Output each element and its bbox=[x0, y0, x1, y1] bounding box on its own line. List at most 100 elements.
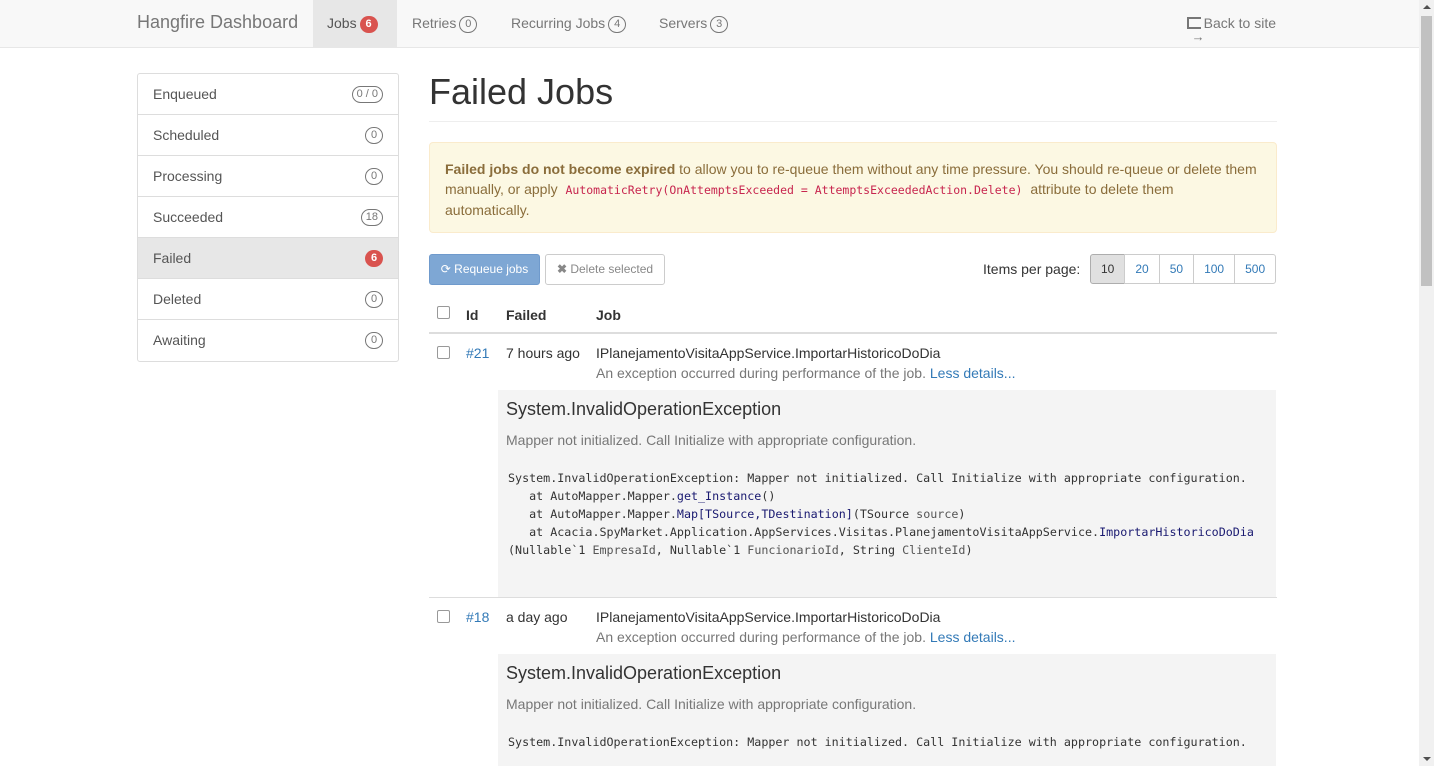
stack-method: get_Instance bbox=[676, 489, 762, 503]
table-header-divider bbox=[429, 332, 1277, 334]
stack-param: ClienteId bbox=[902, 543, 966, 557]
failed-time: 7 hours ago bbox=[506, 345, 580, 361]
stack-method: Map[TSource,TDestination] bbox=[676, 507, 853, 521]
column-header-id[interactable]: Id bbox=[466, 307, 478, 323]
sidebar-item-processing[interactable]: Processing 0 bbox=[138, 156, 398, 197]
page-size-10[interactable]: 10 bbox=[1090, 254, 1126, 284]
sidebar-item-label: Succeeded bbox=[153, 209, 224, 225]
sign-out-icon bbox=[1186, 13, 1205, 60]
delete-selected-button[interactable]: ✖ Delete selected bbox=[545, 254, 665, 285]
nav-item-label: Recurring Jobs bbox=[511, 15, 606, 31]
select-all-checkbox[interactable] bbox=[437, 306, 450, 319]
scroll-up-arrow-icon[interactable] bbox=[1423, 5, 1431, 9]
requeue-label: Requeue jobs bbox=[454, 262, 529, 276]
sidebar-count-badge: 0 bbox=[365, 291, 383, 308]
retries-count-badge: 0 bbox=[459, 16, 478, 33]
row-checkbox[interactable] bbox=[437, 346, 450, 359]
sidebar-item-deleted[interactable]: Deleted 0 bbox=[138, 279, 398, 320]
sidebar-item-label: Processing bbox=[153, 168, 223, 184]
sidebar-count-badge: 0 / 0 bbox=[351, 86, 383, 103]
scrollbar-thumb[interactable] bbox=[1421, 16, 1432, 286]
page-size-500[interactable]: 500 bbox=[1234, 254, 1277, 284]
row-checkbox[interactable] bbox=[437, 610, 450, 623]
exception-stack-trace: System.InvalidOperationException: Mapper… bbox=[506, 469, 1268, 559]
job-state-sidebar: Enqueued 0 / 0 Scheduled 0 Processing 0 Suc… bbox=[137, 73, 399, 362]
nav-item-label: Retries bbox=[412, 15, 457, 31]
exception-type: System.InvalidOperationException bbox=[506, 663, 782, 683]
stack-frame: (TSource bbox=[852, 507, 917, 521]
page-size-100[interactable]: 100 bbox=[1193, 254, 1236, 284]
job-error-text: An exception occurred during performance… bbox=[596, 629, 926, 645]
back-to-site-label: Back to site bbox=[1203, 15, 1276, 31]
exception-type: System.InvalidOperationException bbox=[506, 399, 782, 419]
less-details-link[interactable]: Less details... bbox=[930, 365, 1016, 381]
job-error-message: An exception occurred during performance… bbox=[596, 365, 1015, 381]
failed-time: a day ago bbox=[506, 609, 568, 625]
sidebar-count-badge: 0 bbox=[365, 168, 383, 185]
sidebar-item-label: Failed bbox=[153, 250, 192, 266]
sidebar-item-failed[interactable]: Failed 6 bbox=[138, 238, 398, 279]
job-error-message: An exception occurred during performance… bbox=[596, 629, 1015, 645]
brand-link[interactable]: Hangfire Dashboard bbox=[137, 12, 298, 33]
stack-param: EmpresaId bbox=[592, 543, 656, 557]
sidebar-item-label: Scheduled bbox=[153, 127, 220, 143]
page-title: Failed Jobs bbox=[429, 71, 614, 112]
items-per-page-label: Items per page: bbox=[983, 261, 1081, 277]
exception-message: Mapper not initialized. Call Initialize … bbox=[506, 696, 917, 712]
stack-param: FuncionarioId bbox=[747, 543, 839, 557]
sidebar-count-badge: 6 bbox=[365, 250, 383, 267]
page-size-20[interactable]: 20 bbox=[1124, 254, 1160, 284]
sidebar-count-badge: 0 bbox=[365, 127, 383, 144]
title-divider bbox=[429, 121, 1277, 122]
requeue-jobs-button[interactable]: ⟳ Requeue jobs bbox=[429, 254, 540, 285]
exception-stack-trace: System.InvalidOperationException: Mapper… bbox=[506, 733, 1268, 751]
page-size-50[interactable]: 50 bbox=[1158, 254, 1195, 284]
alert-strong-text: Failed jobs do not become expired bbox=[445, 161, 676, 177]
job-id-link[interactable]: #21 bbox=[466, 345, 489, 361]
recurring-count-badge: 4 bbox=[608, 16, 627, 33]
stack-method: ImportarHistoricoDoDia bbox=[1099, 525, 1254, 539]
servers-count-badge: 3 bbox=[710, 16, 729, 33]
sidebar-item-scheduled[interactable]: Scheduled 0 bbox=[138, 115, 398, 156]
job-id-link[interactable]: #18 bbox=[466, 609, 489, 625]
refresh-icon: ⟳ bbox=[440, 262, 451, 276]
stack-frame: ) bbox=[965, 543, 973, 557]
nav-item-servers[interactable]: Servers 3 bbox=[645, 0, 742, 47]
row-divider bbox=[429, 597, 1277, 598]
nav-item-retries[interactable]: Retries 0 bbox=[398, 0, 491, 47]
sidebar-count-badge: 18 bbox=[360, 209, 383, 226]
job-name-link[interactable]: IPlanejamentoVisitaAppService.ImportarHi… bbox=[596, 345, 940, 361]
expiry-warning-alert: Failed jobs do not become expired to all… bbox=[429, 142, 1277, 233]
nav-item-recurring-jobs[interactable]: Recurring Jobs 4 bbox=[497, 0, 640, 47]
job-error-text: An exception occurred during performance… bbox=[596, 365, 926, 381]
sidebar-item-enqueued[interactable]: Enqueued 0 / 0 bbox=[138, 74, 398, 115]
exception-details: System.InvalidOperationException Mapper … bbox=[498, 390, 1276, 597]
remove-icon: ✖ bbox=[556, 262, 567, 276]
stack-line: System.InvalidOperationException: Mapper… bbox=[508, 471, 1247, 485]
stack-line: System.InvalidOperationException: Mapper… bbox=[508, 735, 1247, 749]
job-name-link[interactable]: IPlanejamentoVisitaAppService.ImportarHi… bbox=[596, 609, 940, 625]
scroll-down-arrow-icon[interactable] bbox=[1423, 757, 1431, 761]
stack-param: source bbox=[916, 507, 959, 521]
sidebar-item-label: Enqueued bbox=[153, 86, 217, 102]
alert-code: AutomaticRetry(OnAttemptsExceeded = Atte… bbox=[565, 183, 1023, 197]
column-header-job[interactable]: Job bbox=[596, 307, 621, 323]
stack-frame: at AutoMapper.Mapper. bbox=[508, 489, 677, 503]
back-to-site-link[interactable]: Back to site bbox=[1186, 0, 1276, 60]
page-scrollbar[interactable] bbox=[1419, 0, 1434, 766]
stack-frame: at AutoMapper.Mapper. bbox=[508, 507, 677, 521]
exception-message: Mapper not initialized. Call Initialize … bbox=[506, 432, 917, 448]
sidebar-item-label: Awaiting bbox=[153, 332, 206, 348]
sidebar-item-label: Deleted bbox=[153, 291, 202, 307]
less-details-link[interactable]: Less details... bbox=[930, 629, 1016, 645]
stack-frame: at Acacia.SpyMarket.Application.AppServi… bbox=[508, 525, 1100, 539]
stack-frame: , Nullable`1 bbox=[655, 543, 748, 557]
stack-frame: ) bbox=[958, 507, 966, 521]
sidebar-count-badge: 0 bbox=[365, 332, 383, 349]
column-header-failed[interactable]: Failed bbox=[506, 307, 546, 323]
sidebar-item-awaiting[interactable]: Awaiting 0 bbox=[138, 320, 398, 361]
sidebar-item-succeeded[interactable]: Succeeded 18 bbox=[138, 197, 398, 238]
nav-item-label: Servers bbox=[659, 15, 708, 31]
exception-details: System.InvalidOperationException Mapper … bbox=[498, 654, 1276, 766]
nav-item-jobs[interactable]: Jobs 6 bbox=[313, 0, 397, 47]
